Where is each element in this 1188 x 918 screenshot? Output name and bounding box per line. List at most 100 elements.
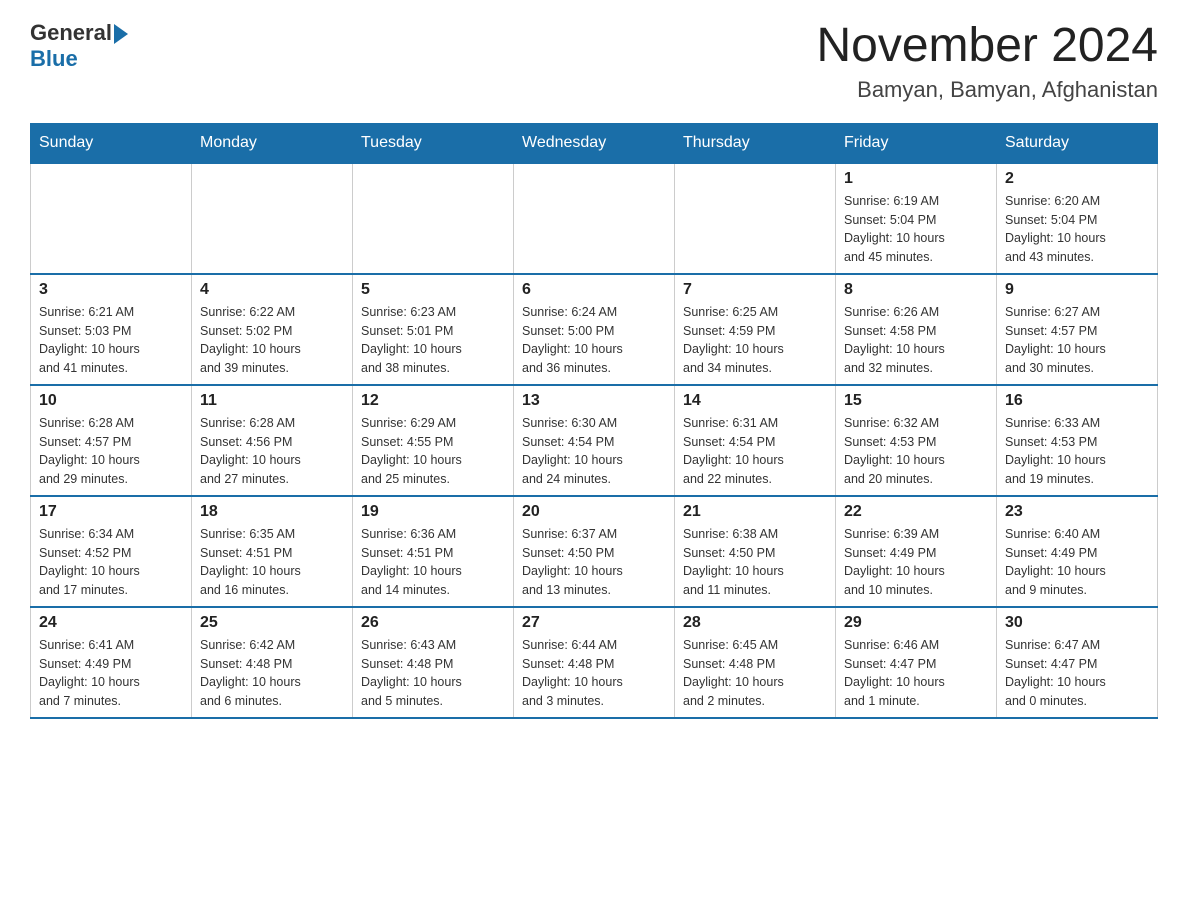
weekday-header-saturday: Saturday: [997, 123, 1158, 163]
month-title: November 2024: [816, 20, 1158, 73]
calendar-cell: 2 Sunrise: 6:20 AM Sunset: 5:04 PM Daylig…: [997, 163, 1158, 274]
day-number: 7: [683, 281, 827, 299]
day-info: Sunrise: 6:37 AM Sunset: 4:50 PM Dayligh…: [522, 525, 666, 600]
day-info: Sunrise: 6:30 AM Sunset: 4:54 PM Dayligh…: [522, 414, 666, 489]
calendar-cell: 24 Sunrise: 6:41 AM Sunset: 4:49 PM Dayli…: [31, 607, 192, 718]
day-info: Sunrise: 6:38 AM Sunset: 4:50 PM Dayligh…: [683, 525, 827, 600]
calendar-cell: 15Sunrise: 6:32 AM Sunset: 4:53 PM Dayli…: [836, 385, 997, 496]
calendar-cell: 10Sunrise: 6:28 AM Sunset: 4:57 PM Dayli…: [31, 385, 192, 496]
day-info: Sunrise: 6:25 AM Sunset: 4:59 PM Dayligh…: [683, 303, 827, 378]
day-number: 25: [200, 614, 344, 632]
calendar-cell: 3 Sunrise: 6:21 AM Sunset: 5:03 PM Daylig…: [31, 274, 192, 385]
day-number: 16: [1005, 392, 1149, 410]
day-number: 22: [844, 503, 988, 521]
calendar-week-row: 1 Sunrise: 6:19 AM Sunset: 5:04 PM Daylig…: [31, 163, 1158, 274]
calendar-cell: 12 Sunrise: 6:29 AM Sunset: 4:55 PM Dayli…: [353, 385, 514, 496]
day-info: Sunrise: 6:41 AM Sunset: 4:49 PM Dayligh…: [39, 636, 183, 711]
day-info: Sunrise: 6:32 AM Sunset: 4:53 PM Dayligh…: [844, 414, 988, 489]
day-number: 10: [39, 392, 183, 410]
day-number: 2: [1005, 170, 1149, 188]
day-number: 18: [200, 503, 344, 521]
day-number: 26: [361, 614, 505, 632]
page-header: General Blue November 2024 Bamyan, Bamya…: [30, 20, 1158, 103]
day-info: Sunrise: 6:24 AM Sunset: 5:00 PM Dayligh…: [522, 303, 666, 378]
day-number: 12: [361, 392, 505, 410]
calendar-cell: 29 Sunrise: 6:46 AM Sunset: 4:47 PM Dayli…: [836, 607, 997, 718]
calendar-week-row: 10Sunrise: 6:28 AM Sunset: 4:57 PM Dayli…: [31, 385, 1158, 496]
day-number: 6: [522, 281, 666, 299]
day-info: Sunrise: 6:35 AM Sunset: 4:51 PM Dayligh…: [200, 525, 344, 600]
day-info: Sunrise: 6:44 AM Sunset: 4:48 PM Dayligh…: [522, 636, 666, 711]
calendar-cell: 16 Sunrise: 6:33 AM Sunset: 4:53 PM Dayli…: [997, 385, 1158, 496]
calendar-cell: 22Sunrise: 6:39 AM Sunset: 4:49 PM Dayli…: [836, 496, 997, 607]
day-info: Sunrise: 6:40 AM Sunset: 4:49 PM Dayligh…: [1005, 525, 1149, 600]
calendar-week-row: 24 Sunrise: 6:41 AM Sunset: 4:49 PM Dayli…: [31, 607, 1158, 718]
day-number: 5: [361, 281, 505, 299]
calendar-cell: 1 Sunrise: 6:19 AM Sunset: 5:04 PM Daylig…: [836, 163, 997, 274]
calendar-cell: 26Sunrise: 6:43 AM Sunset: 4:48 PM Dayli…: [353, 607, 514, 718]
calendar-cell: [192, 163, 353, 274]
logo: General Blue: [30, 20, 128, 72]
day-info: Sunrise: 6:20 AM Sunset: 5:04 PM Dayligh…: [1005, 192, 1149, 267]
logo-blue-text: Blue: [30, 46, 78, 72]
calendar-header-row: SundayMondayTuesdayWednesdayThursdayFrid…: [31, 123, 1158, 163]
calendar-table: SundayMondayTuesdayWednesdayThursdayFrid…: [30, 123, 1158, 719]
calendar-cell: [675, 163, 836, 274]
calendar-cell: 27 Sunrise: 6:44 AM Sunset: 4:48 PM Dayli…: [514, 607, 675, 718]
weekday-header-tuesday: Tuesday: [353, 123, 514, 163]
calendar-cell: 13Sunrise: 6:30 AM Sunset: 4:54 PM Dayli…: [514, 385, 675, 496]
day-info: Sunrise: 6:29 AM Sunset: 4:55 PM Dayligh…: [361, 414, 505, 489]
day-info: Sunrise: 6:23 AM Sunset: 5:01 PM Dayligh…: [361, 303, 505, 378]
calendar-cell: [353, 163, 514, 274]
calendar-cell: 4Sunrise: 6:22 AM Sunset: 5:02 PM Daylig…: [192, 274, 353, 385]
day-number: 21: [683, 503, 827, 521]
day-number: 24: [39, 614, 183, 632]
calendar-cell: 11 Sunrise: 6:28 AM Sunset: 4:56 PM Dayli…: [192, 385, 353, 496]
location-title: Bamyan, Bamyan, Afghanistan: [816, 77, 1158, 103]
weekday-header-wednesday: Wednesday: [514, 123, 675, 163]
day-info: Sunrise: 6:46 AM Sunset: 4:47 PM Dayligh…: [844, 636, 988, 711]
day-number: 3: [39, 281, 183, 299]
day-info: Sunrise: 6:36 AM Sunset: 4:51 PM Dayligh…: [361, 525, 505, 600]
day-number: 23: [1005, 503, 1149, 521]
day-number: 29: [844, 614, 988, 632]
calendar-cell: 18 Sunrise: 6:35 AM Sunset: 4:51 PM Dayli…: [192, 496, 353, 607]
day-info: Sunrise: 6:45 AM Sunset: 4:48 PM Dayligh…: [683, 636, 827, 711]
calendar-cell: 21 Sunrise: 6:38 AM Sunset: 4:50 PM Dayli…: [675, 496, 836, 607]
calendar-cell: 14Sunrise: 6:31 AM Sunset: 4:54 PM Dayli…: [675, 385, 836, 496]
calendar-cell: 25 Sunrise: 6:42 AM Sunset: 4:48 PM Dayli…: [192, 607, 353, 718]
day-number: 4: [200, 281, 344, 299]
calendar-cell: [514, 163, 675, 274]
day-number: 1: [844, 170, 988, 188]
logo-general-text: General: [30, 20, 112, 46]
calendar-cell: 19 Sunrise: 6:36 AM Sunset: 4:51 PM Dayli…: [353, 496, 514, 607]
calendar-cell: 7 Sunrise: 6:25 AM Sunset: 4:59 PM Daylig…: [675, 274, 836, 385]
calendar-cell: 20Sunrise: 6:37 AM Sunset: 4:50 PM Dayli…: [514, 496, 675, 607]
calendar-cell: [31, 163, 192, 274]
day-info: Sunrise: 6:42 AM Sunset: 4:48 PM Dayligh…: [200, 636, 344, 711]
day-info: Sunrise: 6:19 AM Sunset: 5:04 PM Dayligh…: [844, 192, 988, 267]
title-section: November 2024 Bamyan, Bamyan, Afghanista…: [816, 20, 1158, 103]
weekday-header-sunday: Sunday: [31, 123, 192, 163]
day-info: Sunrise: 6:21 AM Sunset: 5:03 PM Dayligh…: [39, 303, 183, 378]
day-number: 11: [200, 392, 344, 410]
weekday-header-thursday: Thursday: [675, 123, 836, 163]
calendar-cell: 5 Sunrise: 6:23 AM Sunset: 5:01 PM Daylig…: [353, 274, 514, 385]
day-number: 19: [361, 503, 505, 521]
logo-arrow-icon: [114, 24, 128, 44]
calendar-cell: 6 Sunrise: 6:24 AM Sunset: 5:00 PM Daylig…: [514, 274, 675, 385]
calendar-cell: 9Sunrise: 6:27 AM Sunset: 4:57 PM Daylig…: [997, 274, 1158, 385]
day-info: Sunrise: 6:33 AM Sunset: 4:53 PM Dayligh…: [1005, 414, 1149, 489]
day-number: 9: [1005, 281, 1149, 299]
calendar-cell: 23 Sunrise: 6:40 AM Sunset: 4:49 PM Dayli…: [997, 496, 1158, 607]
day-info: Sunrise: 6:28 AM Sunset: 4:56 PM Dayligh…: [200, 414, 344, 489]
weekday-header-monday: Monday: [192, 123, 353, 163]
calendar-cell: 30Sunrise: 6:47 AM Sunset: 4:47 PM Dayli…: [997, 607, 1158, 718]
day-info: Sunrise: 6:34 AM Sunset: 4:52 PM Dayligh…: [39, 525, 183, 600]
day-info: Sunrise: 6:31 AM Sunset: 4:54 PM Dayligh…: [683, 414, 827, 489]
day-number: 30: [1005, 614, 1149, 632]
day-info: Sunrise: 6:26 AM Sunset: 4:58 PM Dayligh…: [844, 303, 988, 378]
weekday-header-friday: Friday: [836, 123, 997, 163]
day-number: 27: [522, 614, 666, 632]
day-number: 8: [844, 281, 988, 299]
